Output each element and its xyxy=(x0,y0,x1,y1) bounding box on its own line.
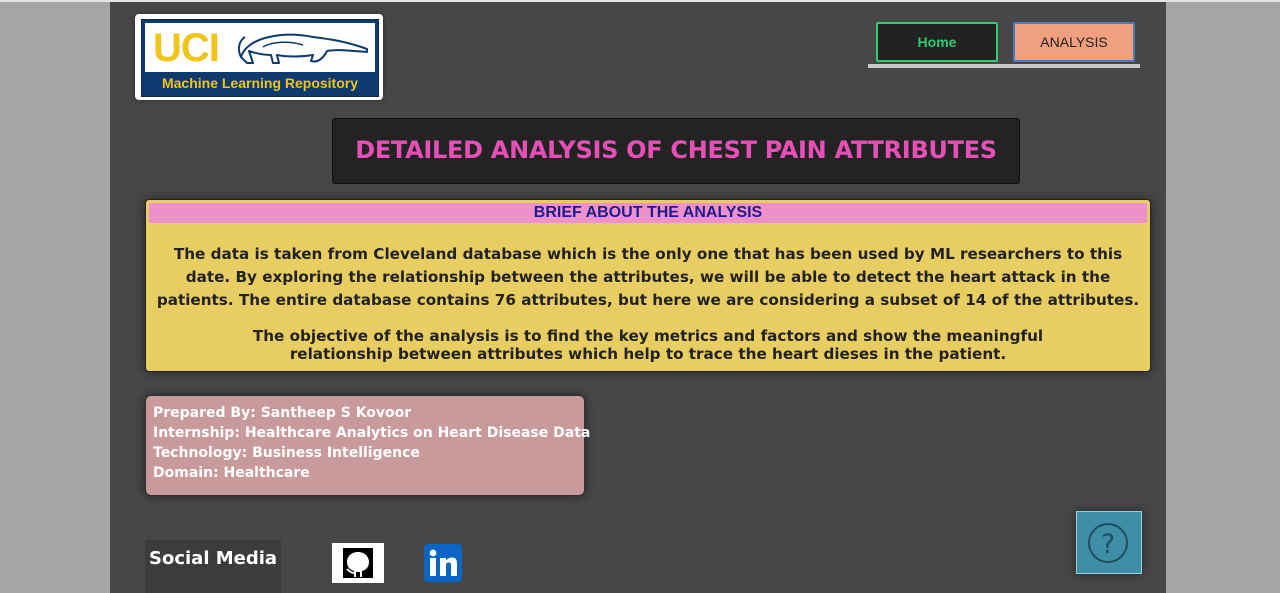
brief-heading: BRIEF ABOUT THE ANALYSIS xyxy=(149,203,1147,223)
technology-line: Technology: Business Intelligence xyxy=(153,445,420,461)
github-link[interactable] xyxy=(332,543,384,583)
anteater-icon xyxy=(237,33,368,64)
social-media-label: Social Media xyxy=(145,540,281,593)
report-page: UCI Machine Learning Repository Home ANA… xyxy=(110,2,1166,593)
help-icon: ? xyxy=(1088,523,1128,563)
uci-logo: UCI Machine Learning Repository xyxy=(135,14,383,100)
page-title-box: DETAILED ANALYSIS OF CHEST PAIN ATTRIBUT… xyxy=(332,118,1020,184)
internship-line: Internship: Healthcare Analytics on Hear… xyxy=(153,425,591,441)
home-button[interactable]: Home xyxy=(876,22,998,62)
nav-underline xyxy=(868,64,1140,68)
domain-line: Domain: Healthcare xyxy=(153,465,310,481)
uci-logo-tagline: Machine Learning Repository xyxy=(161,75,359,91)
linkedin-icon xyxy=(424,544,462,582)
uci-logo-top: UCI xyxy=(145,23,375,72)
analysis-button[interactable]: ANALYSIS xyxy=(1013,22,1135,62)
prepared-by-card: Prepared By: Santheep S Kovoor Internshi… xyxy=(145,395,590,496)
uci-logo-wordmark: UCI xyxy=(153,26,220,70)
page-title: DETAILED ANALYSIS OF CHEST PAIN ATTRIBUT… xyxy=(355,136,997,164)
brief-card: BRIEF ABOUT THE ANALYSIS The data is tak… xyxy=(145,199,1151,372)
linkedin-link[interactable] xyxy=(424,544,462,582)
help-button[interactable]: ? xyxy=(1076,511,1142,574)
brief-paragraph-data-source: The data is taken from Cleveland databas… xyxy=(156,245,1140,309)
brief-paragraph-objective: The objective of the analysis is to find… xyxy=(252,327,1044,363)
github-icon xyxy=(343,548,373,578)
prepared-by-line: Prepared By: Santheep S Kovoor xyxy=(153,405,412,421)
uci-logo-panel: UCI Machine Learning Repository xyxy=(141,19,379,97)
help-glyph: ? xyxy=(1101,529,1115,560)
